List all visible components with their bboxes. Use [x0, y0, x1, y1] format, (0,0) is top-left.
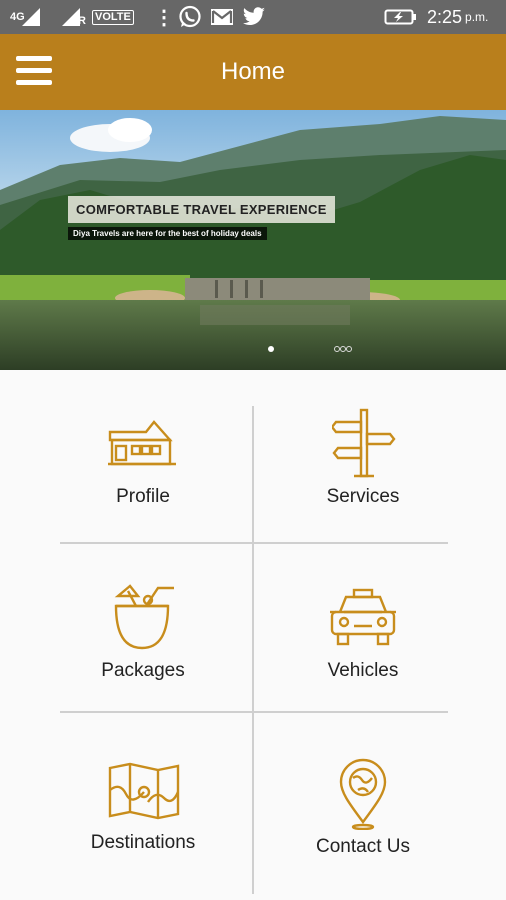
banner-caption-subtitle: Diya Travels are here for the best of ho…	[68, 227, 267, 240]
signpost-icon	[332, 408, 396, 478]
menu-tile-label: Services	[326, 486, 400, 507]
whatsapp-icon	[178, 0, 202, 34]
menu-tile-label: Profile	[116, 486, 170, 507]
grid-divider-horizontal	[60, 542, 448, 544]
slider-dot-active[interactable]	[268, 346, 274, 352]
menu-grid: Profile Services Packages Vehicles Desti…	[0, 370, 506, 900]
clock-time: 2:25	[427, 6, 463, 27]
house-icon	[108, 420, 176, 466]
menu-tile-label: Packages	[101, 660, 185, 681]
menu-tile-packages[interactable]: Packages	[40, 576, 246, 706]
menu-tile-services[interactable]: Services	[260, 400, 466, 540]
slider-pagination[interactable]	[0, 346, 506, 356]
slider-dot[interactable]	[346, 346, 352, 352]
signal-icon	[22, 8, 40, 26]
clock-ampm: p.m.	[465, 10, 489, 24]
taxi-icon	[330, 588, 396, 646]
menu-tile-label: Destinations	[90, 832, 196, 853]
signal-strength-sim2: R	[60, 0, 86, 34]
menu-tile-label: Contact Us	[316, 836, 410, 857]
banner-slider[interactable]: COMFORTABLE TRAVEL EXPERIENCE Diya Trave…	[0, 110, 506, 370]
banner-caption: COMFORTABLE TRAVEL EXPERIENCE Diya Trave…	[68, 196, 335, 241]
grid-divider-vertical	[252, 406, 254, 894]
more-notifications-icon: ⋮	[154, 6, 174, 29]
network-type-label: 4G	[10, 11, 25, 23]
gmail-icon	[210, 0, 234, 34]
grid-divider-horizontal	[60, 711, 448, 713]
app-bar: Home	[0, 34, 506, 110]
volte-badge: VOLTE	[92, 0, 134, 34]
battery-charging-icon	[384, 0, 418, 34]
twitter-icon	[242, 0, 266, 34]
menu-tile-destinations[interactable]: Destinations	[40, 748, 246, 888]
signal-strength-sim1: 4G	[10, 0, 42, 34]
hamburger-icon	[16, 56, 52, 61]
roaming-label: R	[78, 15, 86, 27]
volte-label: VOLTE	[92, 9, 134, 25]
page-title: Home	[220, 58, 286, 85]
menu-tile-vehicles[interactable]: Vehicles	[260, 576, 466, 706]
status-bar: 4G R VOLTE ⋮ 2:25 p.m.	[0, 0, 506, 34]
location-pin-icon	[339, 758, 387, 830]
map-icon	[108, 762, 180, 820]
banner-caption-title: COMFORTABLE TRAVEL EXPERIENCE	[68, 196, 335, 223]
menu-tile-profile[interactable]: Profile	[40, 400, 246, 540]
hamburger-menu-button[interactable]	[16, 56, 52, 86]
coconut-drink-icon	[114, 584, 174, 650]
menu-tile-contact-us[interactable]: Contact Us	[260, 748, 466, 888]
menu-tile-label: Vehicles	[327, 660, 399, 681]
